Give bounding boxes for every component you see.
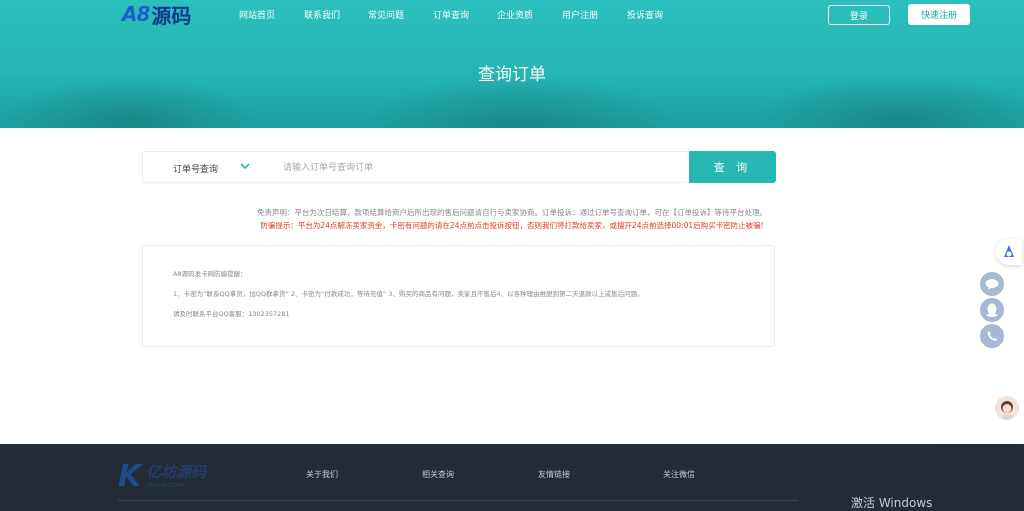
footer-logo-domain: ekuai.com: [148, 481, 185, 489]
site-logo[interactable]: A8 源码: [122, 2, 192, 28]
notice-contact: 请及时联系平台QQ客服：1302357281: [173, 310, 290, 318]
footer-logo[interactable]: K 亿坊源码 ekuai.com: [118, 459, 228, 495]
order-search-bar: 订单号查询 查 询: [142, 151, 776, 183]
nav-faq[interactable]: 常见问题: [368, 8, 404, 21]
nav-contact[interactable]: 联系我们: [304, 8, 340, 21]
nav-order-query[interactable]: 订单查询: [433, 8, 469, 21]
footer-divider: [118, 500, 798, 501]
nav-qualification[interactable]: 企业资质: [497, 8, 533, 21]
phone-button[interactable]: [980, 324, 1004, 348]
chevron-down-icon[interactable]: [239, 160, 251, 172]
nav-complaint[interactable]: 投诉查询: [627, 8, 663, 21]
footer-link-wechat[interactable]: 关注微信: [663, 469, 695, 480]
login-button[interactable]: 登录: [828, 5, 890, 25]
page-title: 查询订单: [478, 65, 546, 85]
disclaimer-text: 免责声明：平台为次日结算，款项结算给商户后所出现的售后问题请自行与卖家协商。订单…: [257, 208, 767, 217]
windows-activation-watermark: 激活 Windows: [851, 496, 933, 510]
footer-logo-text: 亿坊源码: [146, 463, 207, 481]
logo-text: 源码: [151, 3, 192, 28]
footer-link-query[interactable]: 相关查询: [422, 469, 454, 480]
query-button[interactable]: 查 询: [689, 151, 776, 183]
floating-assistant-button[interactable]: [996, 239, 1022, 265]
register-button[interactable]: 快速注册: [908, 4, 970, 25]
avatar-icon: [1001, 401, 1013, 420]
notice-items: 1、卡密为“联系QQ拿货，加QQ群拿货” 2、卡密为“付款成功，等待充值” 3、…: [173, 290, 644, 298]
fraud-notice-panel: A8源码发卡网防骗提醒： 1、卡密为“联系QQ拿货，加QQ群拿货” 2、卡密为“…: [142, 245, 775, 347]
assistant-icon: [1004, 245, 1014, 257]
footer-link-friends[interactable]: 友情链接: [538, 469, 570, 480]
chat-icon: [985, 279, 999, 290]
anti-fraud-warning: 防骗提示：平台为24点解冻卖家资金，卡密有问题的请在24点前点击投诉按钮，否则我…: [260, 221, 764, 230]
qq-icon: [986, 303, 998, 317]
nav-register[interactable]: 用户注册: [562, 8, 598, 21]
chat-button[interactable]: [980, 272, 1004, 296]
hero-banner: A8 源码 网站首页 联系我们 常见问题 订单查询 企业资质 用户注册 投诉查询…: [0, 0, 1024, 128]
nav-home[interactable]: 网站首页: [239, 8, 275, 21]
logo-a8: A8: [122, 2, 150, 26]
phone-icon: [987, 331, 997, 341]
order-number-input[interactable]: [283, 160, 663, 175]
query-type-select[interactable]: 订单号查询: [173, 162, 218, 175]
support-avatar[interactable]: [995, 396, 1019, 420]
footer-link-about[interactable]: 关于我们: [306, 469, 338, 480]
notice-title: A8源码发卡网防骗提醒：: [173, 270, 247, 278]
footer-logo-mark: K: [118, 459, 142, 494]
qq-button[interactable]: [980, 298, 1004, 322]
